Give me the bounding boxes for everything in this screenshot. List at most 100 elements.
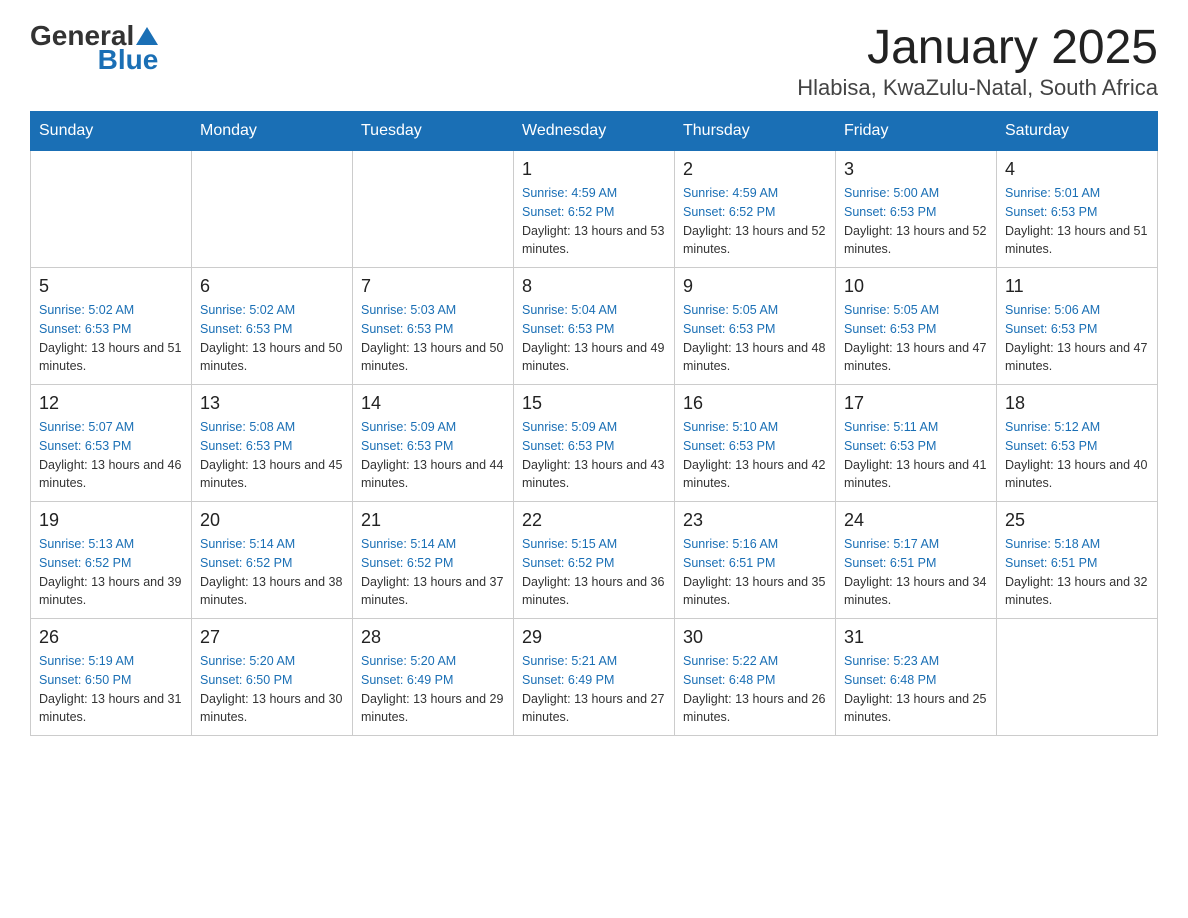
daylight-duration: Daylight: 13 hours and 36 minutes.: [522, 575, 664, 608]
sunset-time: Sunset: 6:49 PM: [361, 673, 453, 687]
daylight-duration: Daylight: 13 hours and 31 minutes.: [39, 692, 181, 725]
sunrise-time: Sunrise: 5:12 AM: [1005, 420, 1100, 434]
day-info: Sunrise: 5:05 AMSunset: 6:53 PMDaylight:…: [683, 301, 827, 376]
sunrise-time: Sunrise: 5:22 AM: [683, 654, 778, 668]
daylight-duration: Daylight: 13 hours and 29 minutes.: [361, 692, 503, 725]
daylight-duration: Daylight: 13 hours and 49 minutes.: [522, 341, 664, 374]
weekday-header-monday: Monday: [192, 112, 353, 151]
day-number: 3: [844, 159, 988, 180]
day-number: 8: [522, 276, 666, 297]
calendar-cell: 1Sunrise: 4:59 AMSunset: 6:52 PMDaylight…: [514, 151, 675, 268]
day-info: Sunrise: 5:15 AMSunset: 6:52 PMDaylight:…: [522, 535, 666, 610]
sunrise-time: Sunrise: 4:59 AM: [522, 186, 617, 200]
sunrise-time: Sunrise: 5:14 AM: [361, 537, 456, 551]
day-info: Sunrise: 5:14 AMSunset: 6:52 PMDaylight:…: [361, 535, 505, 610]
day-info: Sunrise: 4:59 AMSunset: 6:52 PMDaylight:…: [683, 184, 827, 259]
day-number: 25: [1005, 510, 1149, 531]
sunset-time: Sunset: 6:48 PM: [683, 673, 775, 687]
weekday-header-thursday: Thursday: [675, 112, 836, 151]
day-number: 15: [522, 393, 666, 414]
sunset-time: Sunset: 6:52 PM: [361, 556, 453, 570]
day-number: 23: [683, 510, 827, 531]
calendar-subtitle: Hlabisa, KwaZulu-Natal, South Africa: [797, 75, 1158, 101]
daylight-duration: Daylight: 13 hours and 34 minutes.: [844, 575, 986, 608]
day-info: Sunrise: 5:20 AMSunset: 6:50 PMDaylight:…: [200, 652, 344, 727]
sunrise-time: Sunrise: 5:08 AM: [200, 420, 295, 434]
day-info: Sunrise: 5:23 AMSunset: 6:48 PMDaylight:…: [844, 652, 988, 727]
sunset-time: Sunset: 6:50 PM: [39, 673, 131, 687]
calendar-cell: 2 Sunrise: 4:59 AMSunset: 6:52 PMDaylight…: [675, 151, 836, 268]
calendar-cell: 11Sunrise: 5:06 AMSunset: 6:53 PMDayligh…: [997, 268, 1158, 385]
daylight-duration: Daylight: 13 hours and 50 minutes.: [361, 341, 503, 374]
sunrise-time: Sunrise: 5:17 AM: [844, 537, 939, 551]
day-info: Sunrise: 5:18 AMSunset: 6:51 PMDaylight:…: [1005, 535, 1149, 610]
sunrise-time: Sunrise: 5:01 AM: [1005, 186, 1100, 200]
day-number: 5: [39, 276, 183, 297]
daylight-duration: Daylight: 13 hours and 46 minutes.: [39, 458, 181, 491]
sunrise-time: Sunrise: 5:21 AM: [522, 654, 617, 668]
calendar-cell: 22Sunrise: 5:15 AMSunset: 6:52 PMDayligh…: [514, 502, 675, 619]
day-info: Sunrise: 5:13 AMSunset: 6:52 PMDaylight:…: [39, 535, 183, 610]
daylight-duration: Daylight: 13 hours and 26 minutes.: [683, 692, 825, 725]
calendar-cell: 24Sunrise: 5:17 AMSunset: 6:51 PMDayligh…: [836, 502, 997, 619]
logo: General Blue: [30, 20, 158, 76]
sunrise-time: Sunrise: 5:18 AM: [1005, 537, 1100, 551]
daylight-duration: Daylight: 13 hours and 43 minutes.: [522, 458, 664, 491]
day-number: 2: [683, 159, 827, 180]
sunrise-time: Sunrise: 5:09 AM: [361, 420, 456, 434]
day-info: Sunrise: 5:12 AMSunset: 6:53 PMDaylight:…: [1005, 418, 1149, 493]
sunset-time: Sunset: 6:52 PM: [39, 556, 131, 570]
daylight-duration: Daylight: 13 hours and 52 minutes.: [683, 224, 825, 257]
daylight-duration: Daylight: 13 hours and 51 minutes.: [1005, 224, 1147, 257]
sunrise-time: Sunrise: 5:06 AM: [1005, 303, 1100, 317]
sunset-time: Sunset: 6:53 PM: [844, 439, 936, 453]
calendar-cell: [353, 151, 514, 268]
calendar-title: January 2025: [797, 20, 1158, 75]
sunset-time: Sunset: 6:53 PM: [361, 439, 453, 453]
sunrise-time: Sunrise: 5:23 AM: [844, 654, 939, 668]
sunset-time: Sunset: 6:53 PM: [1005, 205, 1097, 219]
sunrise-time: Sunrise: 5:10 AM: [683, 420, 778, 434]
sunrise-time: Sunrise: 5:02 AM: [200, 303, 295, 317]
calendar-cell: 31Sunrise: 5:23 AMSunset: 6:48 PMDayligh…: [836, 619, 997, 736]
day-info: Sunrise: 5:08 AMSunset: 6:53 PMDaylight:…: [200, 418, 344, 493]
sunrise-time: Sunrise: 5:19 AM: [39, 654, 134, 668]
daylight-duration: Daylight: 13 hours and 42 minutes.: [683, 458, 825, 491]
calendar-cell: 27 Sunrise: 5:20 AMSunset: 6:50 PMDayligh…: [192, 619, 353, 736]
day-number: 14: [361, 393, 505, 414]
weekday-header-row: SundayMondayTuesdayWednesdayThursdayFrid…: [31, 112, 1158, 151]
calendar-cell: 8 Sunrise: 5:04 AMSunset: 6:53 PMDaylight…: [514, 268, 675, 385]
week-row-2: 5Sunrise: 5:02 AMSunset: 6:53 PMDaylight…: [31, 268, 1158, 385]
daylight-duration: Daylight: 13 hours and 44 minutes.: [361, 458, 503, 491]
calendar-cell: 15Sunrise: 5:09 AMSunset: 6:53 PMDayligh…: [514, 385, 675, 502]
day-info: Sunrise: 5:11 AMSunset: 6:53 PMDaylight:…: [844, 418, 988, 493]
calendar-cell: 23Sunrise: 5:16 AMSunset: 6:51 PMDayligh…: [675, 502, 836, 619]
calendar-cell: 12Sunrise: 5:07 AMSunset: 6:53 PMDayligh…: [31, 385, 192, 502]
sunrise-time: Sunrise: 5:09 AM: [522, 420, 617, 434]
calendar-cell: [31, 151, 192, 268]
week-row-5: 26 Sunrise: 5:19 AM Sunset: 6:50 PM Dayligh…: [31, 619, 1158, 736]
day-info: Sunrise: 5:17 AMSunset: 6:51 PMDaylight:…: [844, 535, 988, 610]
day-number: 6: [200, 276, 344, 297]
calendar-cell: 10Sunrise: 5:05 AMSunset: 6:53 PMDayligh…: [836, 268, 997, 385]
title-block: January 2025 Hlabisa, KwaZulu-Natal, Sou…: [797, 20, 1158, 101]
day-info: Sunrise: 5:06 AMSunset: 6:53 PMDaylight:…: [1005, 301, 1149, 376]
weekday-header-friday: Friday: [836, 112, 997, 151]
sunset-time: Sunset: 6:50 PM: [200, 673, 292, 687]
calendar-cell: 3Sunrise: 5:00 AMSunset: 6:53 PMDaylight…: [836, 151, 997, 268]
day-info: Sunrise: 5:04 AMSunset: 6:53 PMDaylight:…: [522, 301, 666, 376]
weekday-header-tuesday: Tuesday: [353, 112, 514, 151]
daylight-duration: Daylight: 13 hours and 27 minutes.: [522, 692, 664, 725]
daylight-duration: Daylight: 13 hours and 47 minutes.: [1005, 341, 1147, 374]
day-number: 26: [39, 627, 183, 648]
daylight-duration: Daylight: 13 hours and 25 minutes.: [844, 692, 986, 725]
day-number: 27: [200, 627, 344, 648]
daylight-duration: Daylight: 13 hours and 41 minutes.: [844, 458, 986, 491]
daylight-duration: Daylight: 13 hours and 53 minutes.: [522, 224, 664, 257]
day-number: 4: [1005, 159, 1149, 180]
logo-triangle-icon: [136, 25, 158, 47]
day-number: 13: [200, 393, 344, 414]
day-number: 21: [361, 510, 505, 531]
calendar-cell: 17Sunrise: 5:11 AMSunset: 6:53 PMDayligh…: [836, 385, 997, 502]
day-number: 28: [361, 627, 505, 648]
